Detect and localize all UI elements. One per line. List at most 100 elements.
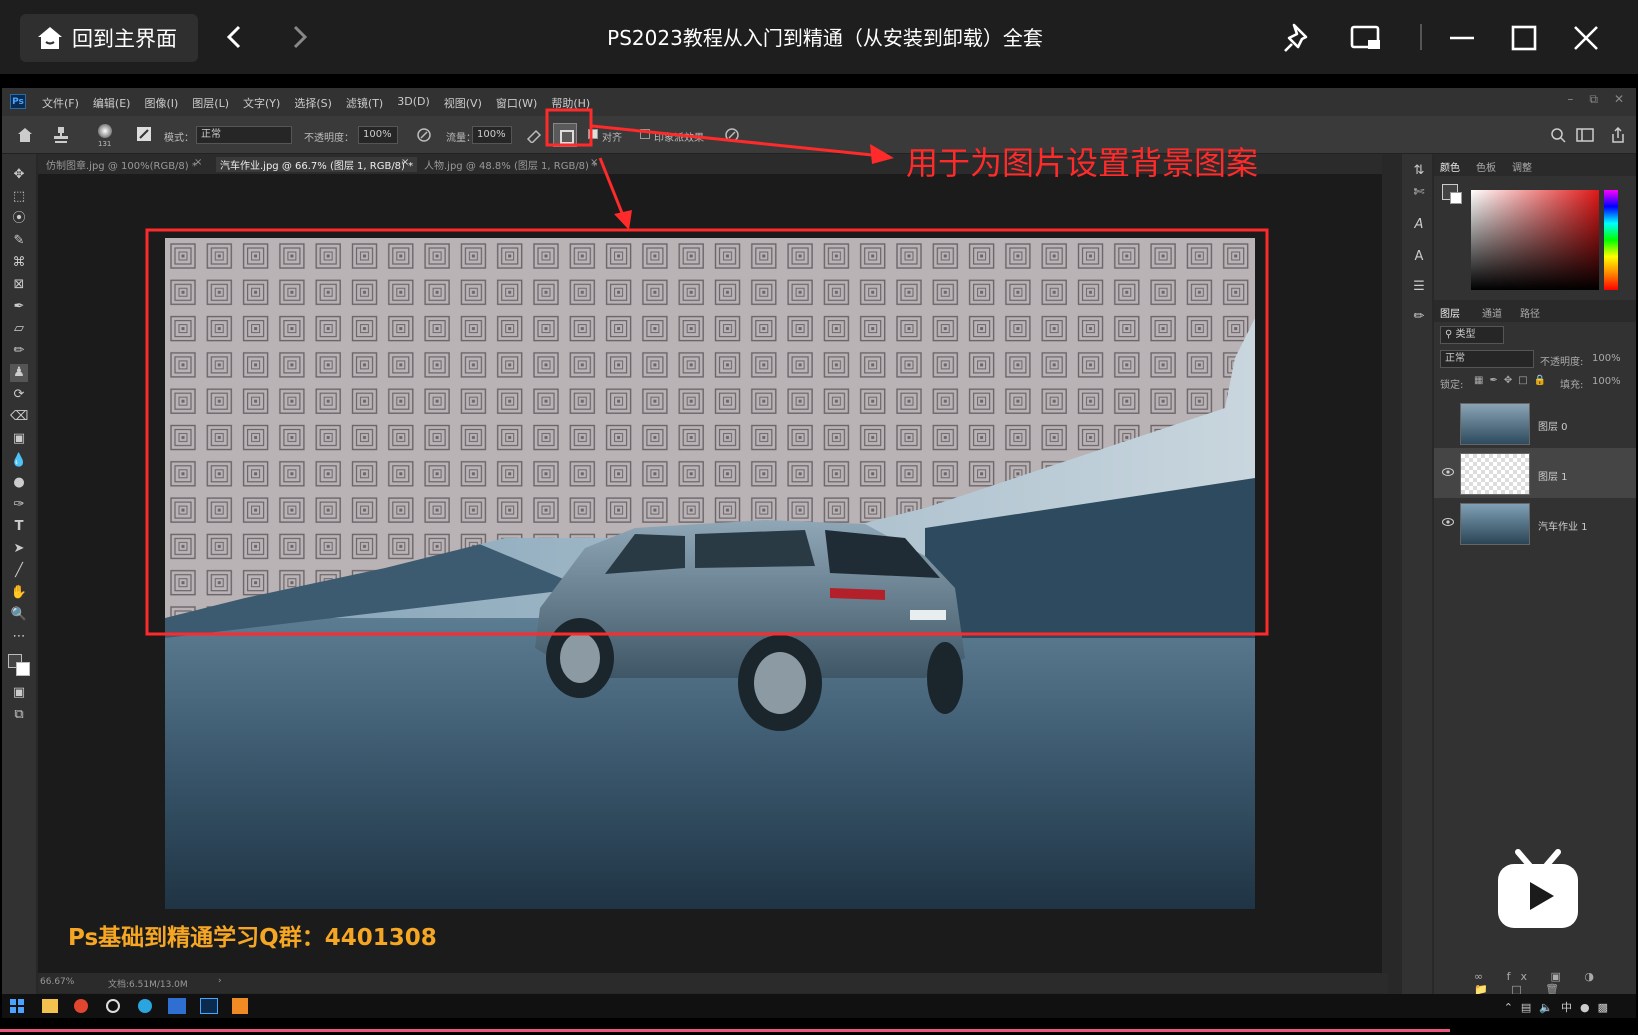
tool-presets-icon[interactable]: ✄: [1410, 184, 1428, 202]
frame-tool-icon[interactable]: ⊠: [10, 276, 28, 294]
eye-icon[interactable]: [1442, 518, 1454, 526]
tab-clone-stamp-doc[interactable]: 仿制图章.jpg @ 100%(RGB/8) *: [46, 157, 197, 172]
layer-row-selected[interactable]: 图层 1: [1434, 448, 1636, 498]
tab-close-icon[interactable]: ×: [194, 157, 202, 168]
scroll-strip[interactable]: [1382, 154, 1402, 994]
path-select-tool-icon[interactable]: ➤: [10, 540, 28, 558]
lasso-tool-icon[interactable]: ⦿: [10, 210, 28, 228]
menu-edit[interactable]: 编辑(E): [93, 95, 131, 111]
photoshop-taskbar-icon[interactable]: [200, 998, 218, 1014]
blur-tool-icon[interactable]: 💧: [10, 452, 28, 470]
back-arrow-icon[interactable]: [220, 22, 250, 52]
tab-paths[interactable]: 路径: [1520, 305, 1540, 320]
browser-icon[interactable]: [138, 999, 152, 1013]
layer-row[interactable]: 汽车作业 1: [1434, 498, 1636, 548]
close-icon[interactable]: [1568, 20, 1604, 56]
tab-close-icon[interactable]: ×: [590, 157, 598, 168]
marquee-tool-icon[interactable]: ⬚: [10, 188, 28, 206]
paragraph-panel-icon[interactable]: A: [1410, 248, 1428, 266]
brush-preset-icon[interactable]: [98, 124, 112, 138]
airbrush-icon[interactable]: [526, 127, 544, 143]
tab-channels[interactable]: 通道: [1482, 305, 1502, 320]
opacity-field[interactable]: 100%: [358, 126, 398, 144]
blend-mode-select[interactable]: 正常: [1440, 350, 1534, 368]
menu-file[interactable]: 文件(F): [42, 95, 79, 111]
aligned-checkbox[interactable]: [588, 129, 598, 139]
forward-arrow-icon[interactable]: [284, 22, 314, 52]
pattern-button[interactable]: [553, 123, 577, 147]
tab-adjustments[interactable]: 调整: [1512, 159, 1532, 174]
menu-view[interactable]: 视图(V): [444, 95, 482, 111]
app-icon[interactable]: [74, 999, 88, 1013]
layer-actions[interactable]: ∞ fx ▣ ◑ 📁 □ 🗑: [1474, 970, 1636, 996]
dodge-tool-icon[interactable]: ●: [10, 474, 28, 492]
type-tool-icon[interactable]: T: [10, 518, 28, 536]
clone-stamp-tool-icon[interactable]: [50, 125, 72, 145]
ps-minimize-icon[interactable]: –: [1567, 92, 1573, 107]
pen-tool-icon[interactable]: ✑: [10, 496, 28, 514]
windows-start-icon[interactable]: [10, 999, 24, 1013]
ps-restore-icon[interactable]: ⧉: [1589, 92, 1598, 107]
workspace-icon[interactable]: [1576, 127, 1594, 143]
color-bg-swatch[interactable]: [1450, 192, 1462, 204]
eyedropper-tool-icon[interactable]: ✒: [10, 298, 28, 316]
tab-swatches[interactable]: 色板: [1476, 159, 1496, 174]
menu-help[interactable]: 帮助(H): [551, 95, 590, 111]
system-tray[interactable]: ⌃▤🔈中●▩: [1504, 999, 1616, 1015]
character-panel-icon[interactable]: A: [1410, 216, 1428, 234]
lock-icons[interactable]: ▦✒✥□🔒: [1474, 375, 1552, 386]
brush-panel-icon[interactable]: ✏: [1410, 308, 1428, 326]
share-icon[interactable]: [1610, 126, 1626, 144]
layer-opacity-value[interactable]: 100%: [1592, 353, 1621, 364]
pressure-opacity-icon[interactable]: [416, 127, 432, 143]
impressionist-checkbox[interactable]: [640, 129, 650, 139]
ps-close-icon[interactable]: ✕: [1614, 92, 1624, 107]
hand-tool-icon[interactable]: ✋: [10, 584, 28, 602]
document-canvas[interactable]: [165, 238, 1255, 909]
search-icon[interactable]: [1550, 127, 1566, 143]
tab-car-doc[interactable]: 汽车作业.jpg @ 66.7% (图层 1, RGB/8) *: [216, 157, 418, 172]
zoom-level[interactable]: 66.67%: [40, 977, 74, 987]
media-player-icon[interactable]: [232, 998, 248, 1014]
app-icon[interactable]: [168, 998, 186, 1014]
maximize-icon[interactable]: [1506, 20, 1542, 56]
menu-select[interactable]: 选择(S): [294, 95, 332, 111]
menu-image[interactable]: 图像(I): [144, 95, 178, 111]
move-tool-icon[interactable]: ✥: [10, 166, 28, 184]
healing-tool-icon[interactable]: ▱: [10, 320, 28, 338]
menu-3d[interactable]: 3D(D): [397, 95, 430, 111]
status-arrow-icon[interactable]: ›: [218, 976, 222, 986]
eye-icon[interactable]: [1442, 468, 1454, 476]
hue-slider[interactable]: [1604, 190, 1618, 290]
pressure-size-icon[interactable]: [724, 127, 740, 143]
flow-field[interactable]: 100%: [472, 126, 512, 144]
screen-mode-tool-icon[interactable]: ⧉: [10, 706, 28, 724]
brush-tool-icon[interactable]: ✏: [10, 342, 28, 360]
zoom-tool-icon[interactable]: 🔍: [10, 606, 28, 624]
quick-select-tool-icon[interactable]: ✎: [10, 232, 28, 250]
canvas-area[interactable]: [38, 174, 1388, 974]
menu-filter[interactable]: 滤镜(T): [346, 95, 383, 111]
tab-color[interactable]: 颜色: [1440, 159, 1460, 174]
properties-panel-icon[interactable]: ☰: [1410, 278, 1428, 296]
crop-tool-icon[interactable]: ⌘: [10, 254, 28, 272]
clone-stamp-icon[interactable]: ♟: [10, 364, 28, 382]
home-icon[interactable]: [16, 126, 34, 144]
quick-mask-icon[interactable]: ▣: [10, 684, 28, 702]
color-picker-field[interactable]: [1471, 190, 1599, 290]
menu-layer[interactable]: 图层(L): [192, 95, 229, 111]
gradient-tool-icon[interactable]: ▣: [10, 430, 28, 448]
mode-select[interactable]: 正常: [196, 126, 292, 144]
layer-filter-select[interactable]: ⚲ 类型: [1440, 326, 1504, 344]
video-progress-bar[interactable]: [0, 1029, 1450, 1032]
line-tool-icon[interactable]: ╱: [10, 562, 28, 580]
layer-row[interactable]: 图层 0: [1434, 398, 1636, 448]
eraser-tool-icon[interactable]: ⌫: [10, 408, 28, 426]
history-brush-icon[interactable]: ⟳: [10, 386, 28, 404]
screen-mode-icon[interactable]: [1348, 20, 1384, 56]
more-tools-icon[interactable]: ⋯: [10, 628, 28, 646]
app-icon[interactable]: [106, 999, 120, 1013]
pin-icon[interactable]: [1280, 20, 1316, 56]
minimize-icon[interactable]: [1444, 20, 1480, 56]
tab-person-doc[interactable]: 人物.jpg @ 48.8% (图层 1, RGB/8) *: [424, 157, 597, 172]
